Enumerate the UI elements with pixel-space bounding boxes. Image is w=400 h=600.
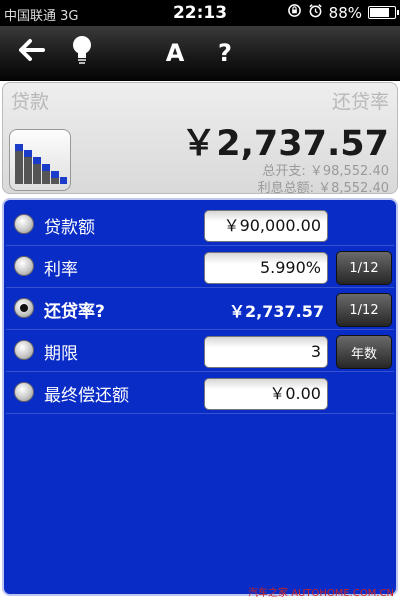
status-bar: 中国联通 3G 22:13 88% — [0, 0, 400, 26]
term-unit-button[interactable]: 年数 — [336, 335, 392, 369]
term-field[interactable]: 3 — [204, 336, 328, 368]
alarm-icon — [308, 3, 323, 22]
tips-button[interactable] — [64, 34, 100, 72]
row-final-payment: 最终偿还额 ￥0.00 — [6, 372, 394, 414]
battery-fill — [370, 8, 390, 17]
interest-rate-field[interactable]: 5.990% — [204, 252, 328, 284]
toolbar: A ? — [0, 26, 400, 81]
row-loan-amount: 贷款额 ￥90,000.00 — [6, 204, 394, 246]
term-label: 期限 — [44, 344, 78, 364]
watermark: 汽车之家 AUTOHOME.COM.CN — [248, 588, 394, 599]
payment-rate-value: ￥2,737.57 — [229, 302, 324, 321]
total-interest: 利息总额: ￥8,552.40 — [257, 181, 389, 196]
back-arrow-icon — [18, 38, 46, 68]
help-button[interactable]: ? — [210, 34, 240, 72]
row-payment-rate: 还贷率? ￥2,737.57 1/12 — [6, 288, 394, 330]
final-payment-field[interactable]: ￥0.00 — [204, 378, 328, 410]
loan-amount-radio[interactable] — [14, 214, 34, 234]
back-button[interactable] — [14, 34, 50, 72]
loan-amount-label: 贷款额 — [44, 218, 95, 238]
loan-amount-field[interactable]: ￥90,000.00 — [204, 210, 328, 242]
term-radio[interactable] — [14, 340, 34, 360]
payment-rate-label: 还贷率? — [44, 302, 105, 322]
lightbulb-icon — [71, 34, 93, 72]
loan-title: 贷款 — [11, 91, 50, 113]
result-display: 贷款 还贷率 ￥2,737.57 总开支: ￥98,552.40 利息总额: ￥… — [2, 82, 398, 196]
interest-rate-label: 利率 — [44, 260, 78, 280]
row-interest-rate: 利率 5.990% 1/12 — [6, 246, 394, 288]
final-payment-radio[interactable] — [14, 382, 34, 402]
payment-amount: ￥2,737.57 — [181, 124, 389, 164]
battery-percent: 88% — [328, 3, 362, 22]
battery-icon — [368, 6, 399, 19]
interest-period-button[interactable]: 1/12 — [336, 251, 392, 285]
row-term: 期限 3 年数 — [6, 330, 394, 372]
payment-period-button[interactable]: 1/12 — [336, 293, 392, 327]
interest-rate-radio[interactable] — [14, 256, 34, 276]
lock-rotation-icon — [287, 3, 302, 22]
payment-rate-title: 还贷率 — [331, 91, 389, 113]
font-button[interactable]: A — [160, 34, 190, 72]
amortization-chart-icon[interactable] — [9, 129, 71, 191]
payment-rate-radio[interactable] — [14, 298, 34, 318]
loan-form: 贷款额 ￥90,000.00 利率 5.990% 1/12 还贷率? ￥2,73… — [2, 198, 398, 596]
final-payment-label: 最终偿还额 — [44, 386, 129, 406]
status-right: 88% — [287, 3, 399, 22]
